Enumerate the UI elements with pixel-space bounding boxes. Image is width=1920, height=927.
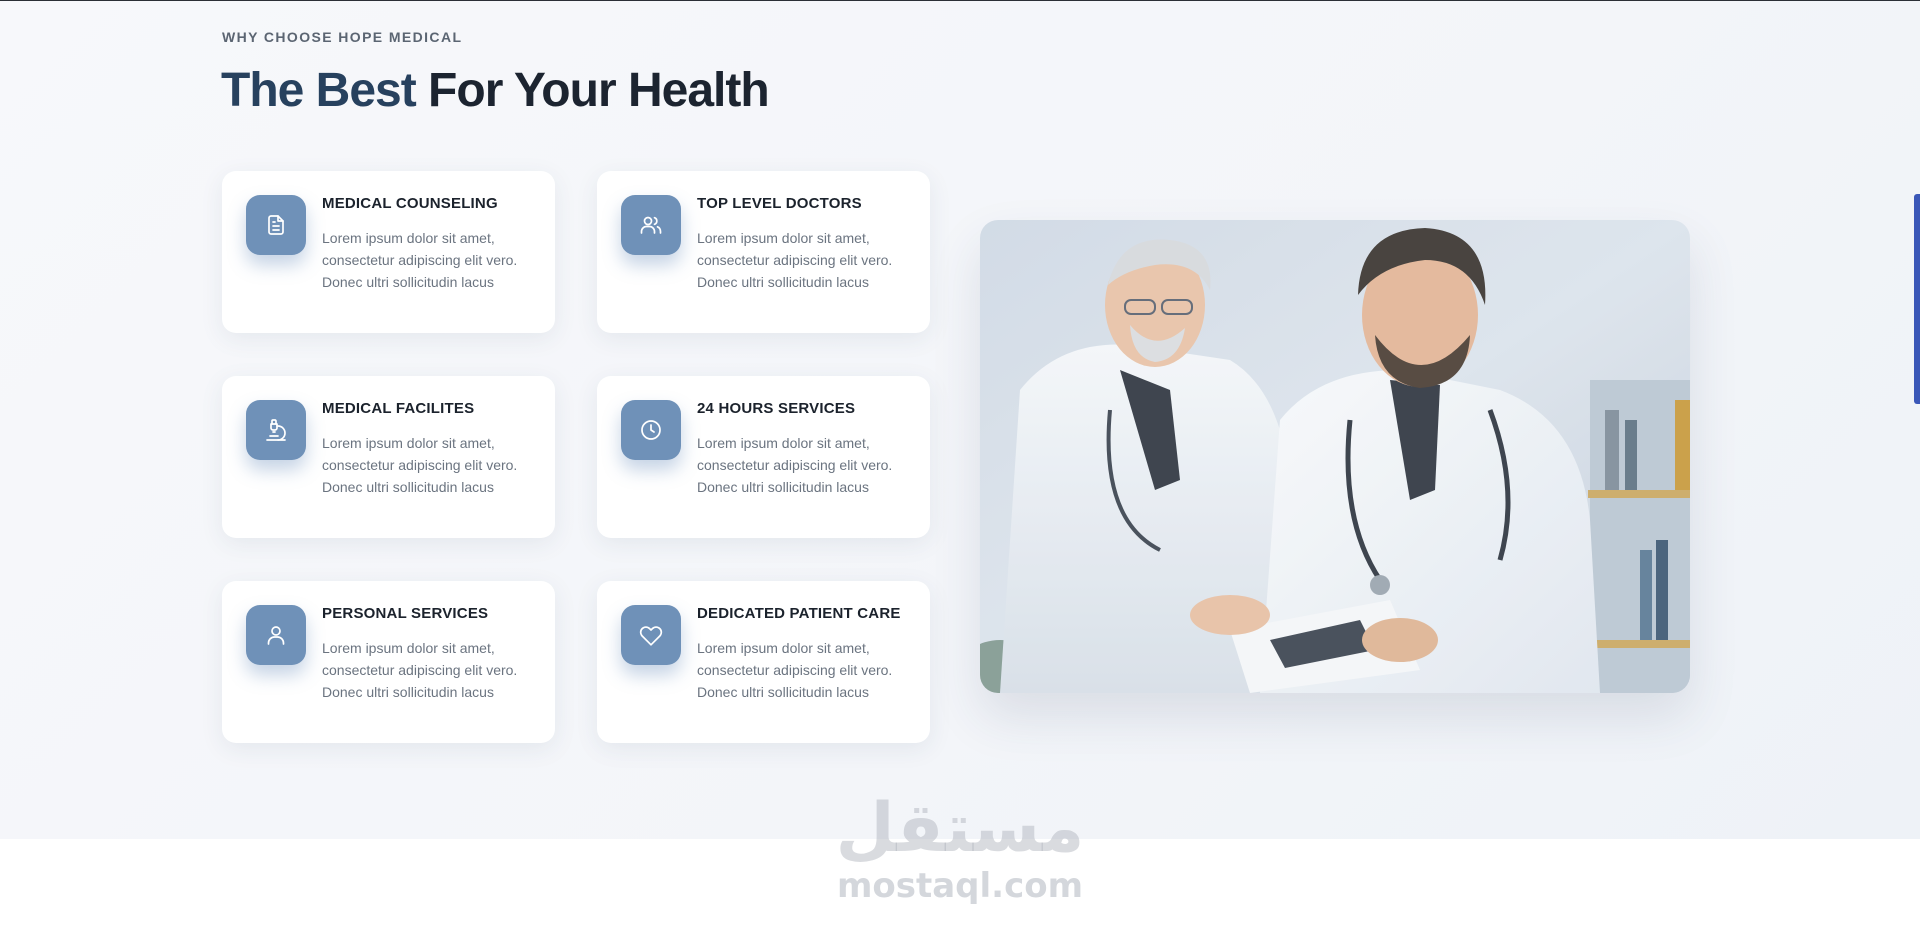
- doctors-photo: [980, 220, 1690, 693]
- feature-text: Lorem ipsum dolor sit amet, consectetur …: [322, 230, 518, 290]
- feature-text: Lorem ipsum dolor sit amet, consectetur …: [322, 640, 518, 700]
- feature-title: 24 HOURS SERVICES: [697, 400, 856, 417]
- why-choose-section: WHY CHOOSE HOPE MEDICAL The Best For You…: [0, 0, 1920, 839]
- feature-title: MEDICAL COUNSELING: [322, 195, 498, 212]
- feature-title: MEDICAL FACILITES: [322, 400, 475, 417]
- headline-rest: For Your Health: [415, 64, 770, 117]
- feature-card-dedicated-patient-care: DEDICATED PATIENT CARE Lorem ipsum dolor…: [597, 581, 930, 743]
- feature-card-24-hours-services: 24 HOURS SERVICES Lorem ipsum dolor sit …: [597, 376, 930, 538]
- feature-card-top-level-doctors: TOP LEVEL DOCTORS Lorem ipsum dolor sit …: [597, 171, 930, 333]
- watermark-latin: mostaql.com: [836, 866, 1084, 906]
- section-headline: The Best For Your Health: [221, 63, 770, 118]
- feature-title: DEDICATED PATIENT CARE: [697, 605, 901, 622]
- users-icon: [621, 195, 681, 255]
- watermark-arabic: مستقل: [835, 789, 1085, 868]
- feature-text: Lorem ipsum dolor sit amet, consectetur …: [322, 435, 518, 495]
- feature-text: Lorem ipsum dolor sit amet, consectetur …: [697, 435, 893, 495]
- feature-card-medical-facilities: MEDICAL FACILITES Lorem ipsum dolor sit …: [222, 376, 555, 538]
- feature-text: Lorem ipsum dolor sit amet, consectetur …: [697, 640, 893, 700]
- feature-title: PERSONAL SERVICES: [322, 605, 489, 622]
- user-icon: [246, 605, 306, 665]
- headline-accent: The Best: [221, 64, 417, 117]
- feature-card-medical-counseling: MEDICAL COUNSELING Lorem ipsum dolor sit…: [222, 171, 555, 333]
- feature-title: TOP LEVEL DOCTORS: [697, 195, 862, 212]
- clock-icon: [621, 400, 681, 460]
- section-eyebrow: WHY CHOOSE HOPE MEDICAL: [222, 29, 463, 45]
- document-icon: [246, 195, 306, 255]
- feature-text: Lorem ipsum dolor sit amet, consectetur …: [697, 230, 893, 290]
- feature-card-personal-services: PERSONAL SERVICES Lorem ipsum dolor sit …: [222, 581, 555, 743]
- heart-icon: [621, 605, 681, 665]
- scroll-indicator[interactable]: [1914, 194, 1920, 404]
- microscope-icon: [246, 400, 306, 460]
